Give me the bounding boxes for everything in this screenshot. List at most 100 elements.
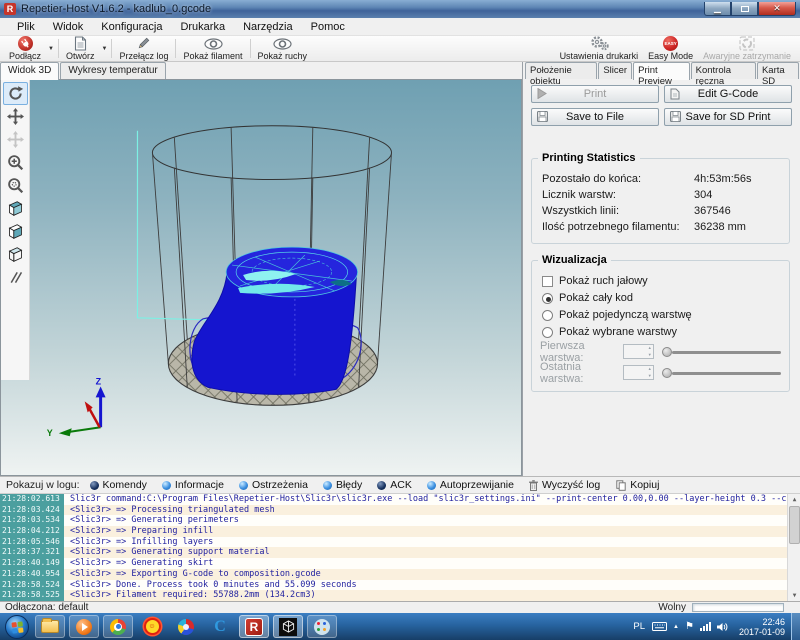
move-view-button[interactable]: [3, 105, 28, 128]
clear-log-button[interactable]: Wyczyść log: [529, 479, 600, 491]
control-tab-4[interactable]: Karta SD: [757, 62, 799, 79]
log-output[interactable]: 21:28:02.613Slic3r command:C:\Program Fi…: [0, 494, 800, 601]
taskbar-cube-app[interactable]: [273, 615, 303, 638]
taskbar-repetier[interactable]: R: [239, 615, 269, 638]
scroll-down-arrow[interactable]: ▼: [788, 590, 800, 601]
view-tab-1[interactable]: Wykresy temperatur: [60, 62, 165, 79]
volume-icon[interactable]: [717, 622, 729, 632]
front-view-button[interactable]: [3, 220, 28, 243]
menu-item-0[interactable]: Plik: [8, 19, 44, 35]
taskbar-c-app[interactable]: C: [205, 615, 235, 638]
minimize-button[interactable]: ▁: [704, 2, 731, 16]
easy-mode-icon: EASY: [663, 36, 678, 51]
hidden-icons-arrow[interactable]: ▲: [673, 624, 679, 630]
log-message: <Slic3r> Done. Process took 0 minutes an…: [64, 580, 357, 591]
log-filter-1[interactable]: Informacje: [162, 479, 224, 491]
radio-icon[interactable]: [542, 293, 553, 304]
scroll-up-arrow[interactable]: ▲: [788, 494, 800, 505]
start-button[interactable]: [5, 615, 29, 639]
connect-button[interactable]: Podłącz: [4, 36, 46, 61]
viz-radio-1[interactable]: Pokaż pojedynczą warstwę: [540, 307, 781, 324]
taskbar-sun-app[interactable]: ☺: [137, 615, 167, 638]
log-filter-3[interactable]: Błędy: [323, 479, 362, 491]
control-tab-1[interactable]: Slicer: [598, 62, 632, 79]
log-filter-2[interactable]: Ostrzeżenia: [239, 479, 308, 491]
log-filter-4[interactable]: ACK: [377, 479, 412, 491]
zoom-fit-button[interactable]: [3, 174, 28, 197]
viz-radio-label: Pokaż cały kod: [559, 290, 633, 307]
first-layer-spinner[interactable]: [623, 344, 653, 359]
app-icon: R: [4, 3, 16, 15]
first-layer-row: Pierwsza warstwa:: [540, 341, 781, 362]
zoom-in-button[interactable]: [3, 151, 28, 174]
scroll-thumb[interactable]: [789, 506, 800, 544]
last-layer-slider[interactable]: [662, 367, 781, 379]
log-scrollbar[interactable]: ▲ ▼: [787, 494, 800, 601]
menu-item-4[interactable]: Narzędzia: [234, 19, 302, 35]
menu-item-1[interactable]: Widok: [44, 19, 93, 35]
maximize-button[interactable]: [731, 2, 758, 16]
log-filter-5[interactable]: Autoprzewijanie: [427, 479, 514, 491]
edit-gcode-button[interactable]: Edit G-Code: [664, 85, 792, 103]
radio-icon[interactable]: [542, 327, 553, 338]
3d-viewport[interactable]: Y Z: [0, 79, 522, 476]
clock[interactable]: 22:46 2017-01-09: [739, 617, 785, 637]
viz-radio-0[interactable]: Pokaż cały kod: [540, 290, 781, 307]
open-dropdown-arrow[interactable]: ▼: [102, 46, 108, 52]
move-object-button[interactable]: [3, 128, 28, 151]
stat-label: Wszystkich linii:: [542, 203, 694, 219]
show-desktop-button[interactable]: [791, 613, 800, 640]
print-button[interactable]: Print: [531, 85, 659, 103]
parallel-projection-button[interactable]: [3, 266, 28, 289]
taskbar-paint-app[interactable]: [307, 615, 337, 638]
log-row-6: 21:28:40.149<Slic3r> => Generating skirt: [0, 558, 800, 569]
taskbar-chrome[interactable]: [103, 615, 133, 638]
taskbar-swirl-app[interactable]: [171, 615, 201, 638]
copy-log-button[interactable]: Kopiuj: [616, 479, 659, 491]
keyboard-icon[interactable]: [652, 622, 667, 631]
last-layer-spinner[interactable]: [623, 365, 653, 380]
show-filament-button[interactable]: Pokaż filament: [178, 36, 247, 61]
action-center-flag-icon[interactable]: ⚑: [685, 621, 694, 632]
save-icon: [670, 111, 681, 125]
open-button[interactable]: Otwórz: [61, 36, 100, 61]
connect-dropdown-arrow[interactable]: ▼: [48, 46, 54, 52]
show-travel-checkbox[interactable]: Pokaż ruch jałowy: [540, 273, 781, 290]
checkbox-icon[interactable]: [542, 276, 553, 287]
filter-label: Komendy: [103, 479, 147, 491]
toggle-log-button[interactable]: Przełącz log: [114, 36, 173, 61]
stat-label: Licznik warstw:: [542, 187, 694, 203]
isometric-view-button[interactable]: [3, 197, 28, 220]
control-tab-2[interactable]: Print Preview: [633, 62, 690, 80]
log-filter-0[interactable]: Komendy: [90, 479, 147, 491]
menu-item-5[interactable]: Pomoc: [302, 19, 354, 35]
save-for-sd-button[interactable]: Save for SD Print: [664, 108, 792, 126]
log-row-2: 21:28:03.534<Slic3r> => Generating perim…: [0, 515, 800, 526]
radio-icon[interactable]: [542, 310, 553, 321]
top-view-button[interactable]: [3, 243, 28, 266]
printer-settings-button[interactable]: Ustawienia drukarki: [555, 36, 644, 61]
control-tab-0[interactable]: Położenie obiektu: [525, 62, 597, 79]
emergency-stop-button[interactable]: Awaryjne zatrzymanie: [698, 36, 796, 61]
network-icon[interactable]: [700, 622, 711, 631]
save-to-file-button[interactable]: Save to File: [531, 108, 659, 126]
show-travel-button[interactable]: Pokaż ruchy: [253, 36, 313, 61]
stat-value: 304: [694, 187, 712, 203]
printer-state: Wolny: [658, 602, 686, 613]
view-tab-0[interactable]: Widok 3D: [0, 62, 59, 80]
first-layer-slider[interactable]: [662, 346, 781, 358]
taskbar-media-player[interactable]: [69, 615, 99, 638]
filter-led-icon: [162, 481, 171, 490]
viz-radio-2[interactable]: Pokaż wybrane warstwy: [540, 324, 781, 341]
rotate-view-button[interactable]: [3, 82, 28, 105]
close-button[interactable]: ✕: [758, 2, 796, 16]
menu-item-3[interactable]: Drukarka: [171, 19, 234, 35]
control-tab-3[interactable]: Kontrola ręczna: [691, 62, 756, 79]
menu-item-2[interactable]: Konfiguracja: [92, 19, 171, 35]
language-indicator[interactable]: PL: [633, 621, 645, 632]
easy-mode-button[interactable]: EASY Easy Mode: [643, 36, 698, 61]
sun-icon: ☺: [144, 618, 161, 635]
log-timestamp: 21:28:40.954: [0, 569, 64, 580]
stat-label: Pozostało do końca:: [542, 171, 694, 187]
taskbar-explorer[interactable]: [35, 615, 65, 638]
